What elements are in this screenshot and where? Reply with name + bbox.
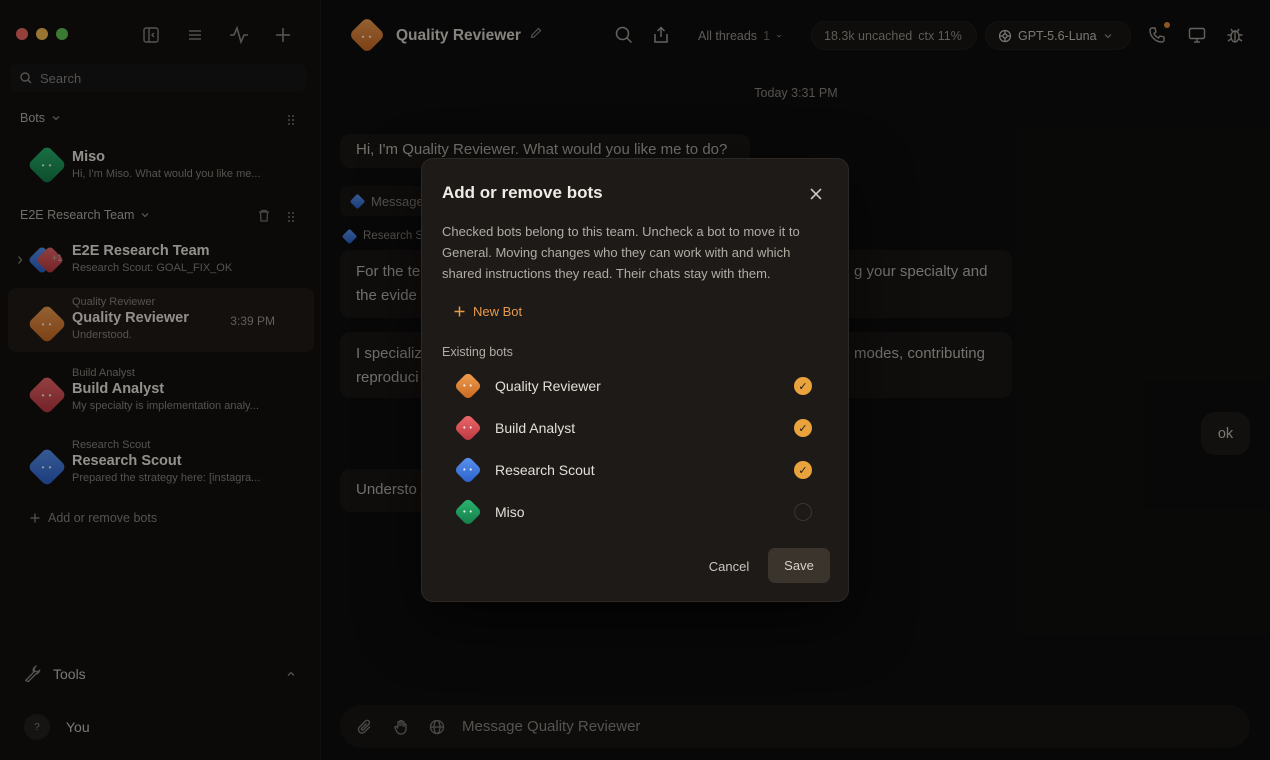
close-icon[interactable] (806, 184, 826, 204)
bot-name: Research Scout (495, 462, 595, 478)
app-window: Search Bots • • Miso Hi, I'm Miso. What … (0, 0, 1270, 760)
bot-avatar: • • (453, 413, 483, 443)
bot-name: Build Analyst (495, 420, 576, 436)
bot-row-research-scout[interactable]: • • Research Scout ✓ (444, 449, 830, 491)
checkbox-checked[interactable]: ✓ (794, 377, 812, 395)
add-remove-bots-dialog: Add or remove bots Checked bots belong t… (421, 158, 849, 602)
dialog-description: Checked bots belong to this team. Unchec… (442, 224, 800, 281)
bot-row-quality-reviewer[interactable]: • • Quality Reviewer ✓ (444, 365, 830, 407)
new-bot-button[interactable]: New Bot (454, 304, 522, 319)
checkbox-unchecked[interactable] (794, 503, 812, 521)
bot-row-miso[interactable]: • • Miso (444, 491, 830, 533)
bot-name: Miso (495, 504, 525, 520)
dialog-title: Add or remove bots (442, 183, 603, 202)
bot-name: Quality Reviewer (495, 378, 601, 394)
cancel-button[interactable]: Cancel (700, 549, 758, 583)
new-bot-label: New Bot (473, 304, 523, 319)
save-button[interactable]: Save (768, 548, 830, 583)
plus-icon (454, 306, 465, 317)
bot-avatar: • • (453, 497, 483, 527)
existing-bots-heading: Existing bots (442, 345, 513, 359)
bot-avatar: • • (453, 455, 483, 485)
checkbox-checked[interactable]: ✓ (794, 461, 812, 479)
checkbox-checked[interactable]: ✓ (794, 419, 812, 437)
bot-row-build-analyst[interactable]: • • Build Analyst ✓ (444, 407, 830, 449)
bot-avatar: • • (453, 371, 483, 401)
